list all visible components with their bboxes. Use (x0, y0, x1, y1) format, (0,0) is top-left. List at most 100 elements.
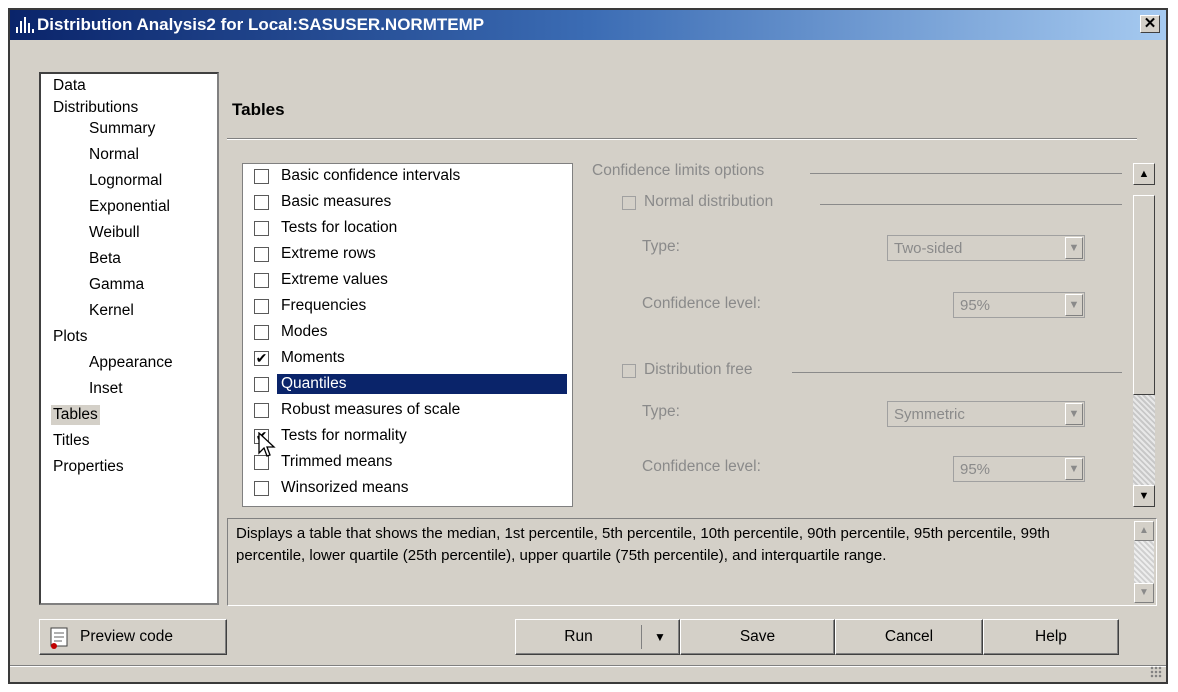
tables-checklist[interactable]: Basic confidence intervals Basic measure… (242, 163, 573, 507)
normal-type-label: Type: (642, 238, 680, 255)
status-divider (10, 665, 1166, 667)
chart-app-icon (16, 17, 34, 33)
free-level-label: Confidence level: (642, 458, 761, 475)
scroll-down-icon[interactable]: ▼ (1134, 583, 1154, 603)
dialog-window: Distribution Analysis2 for Local:SASUSER… (8, 8, 1168, 684)
scroll-down-icon[interactable]: ▼ (1133, 485, 1155, 507)
scroll-up-icon[interactable]: ▲ (1134, 521, 1154, 541)
checkbox[interactable] (254, 481, 269, 496)
nav-item-inset[interactable]: Inset (87, 379, 125, 399)
list-item[interactable]: Basic measures (243, 190, 572, 214)
scroll-track[interactable] (1133, 395, 1155, 485)
list-item[interactable]: Modes (243, 320, 572, 344)
free-level-value: 95% (960, 461, 991, 478)
window-title: Distribution Analysis2 for Local:SASUSER… (37, 15, 485, 34)
checkbox[interactable] (254, 377, 269, 392)
checkbox[interactable] (254, 221, 269, 236)
nav-item-plots[interactable]: Plots (51, 327, 89, 347)
normal-level-select[interactable]: 95% ▼ (953, 292, 1085, 318)
list-item[interactable]: Frequencies (243, 294, 572, 318)
document-preview-icon (50, 627, 68, 649)
description-box: Displays a table that shows the median, … (227, 518, 1157, 606)
list-item-label: Basic confidence intervals (281, 167, 461, 184)
list-item-label: Quantiles (277, 374, 567, 394)
list-item[interactable]: ✔ Tests for normality (243, 424, 572, 448)
run-button[interactable]: Run (516, 620, 641, 654)
list-item-label: Winsorized means (281, 479, 409, 496)
list-item-label: Trimmed means (281, 453, 393, 470)
nav-item-properties[interactable]: Properties (51, 457, 126, 477)
distribution-free-checkbox[interactable] (622, 364, 636, 378)
list-item[interactable]: Extreme rows (243, 242, 572, 266)
list-item-label: Basic measures (281, 193, 392, 210)
nav-item-weibull[interactable]: Weibull (87, 223, 142, 243)
normal-distribution-checkbox[interactable] (622, 196, 636, 210)
checkbox[interactable] (254, 403, 269, 418)
list-item-label: Tests for location (281, 219, 398, 236)
list-item-label: Extreme values (281, 271, 388, 288)
help-button[interactable]: Help (983, 619, 1119, 655)
nav-item-appearance[interactable]: Appearance (87, 353, 175, 373)
list-item[interactable]: Robust measures of scale (243, 398, 572, 422)
options-scrollbar[interactable]: ▲ ▼ (1133, 163, 1155, 507)
nav-item-beta[interactable]: Beta (87, 249, 123, 269)
list-item[interactable]: Winsorized means (243, 476, 572, 500)
list-item-label: Frequencies (281, 297, 367, 314)
nav-item-gamma[interactable]: Gamma (87, 275, 146, 295)
chevron-down-icon[interactable]: ▼ (1065, 237, 1083, 259)
nav-item-normal[interactable]: Normal (87, 145, 141, 165)
free-level-select[interactable]: 95% ▼ (953, 456, 1085, 482)
normal-distribution-label: Normal distribution (644, 193, 774, 210)
list-item-label: Moments (281, 349, 345, 366)
list-item[interactable]: Basic confidence intervals (243, 164, 572, 188)
save-button[interactable]: Save (680, 619, 835, 655)
checkbox[interactable] (254, 299, 269, 314)
nav-item-distributions[interactable]: Distributions (51, 98, 140, 118)
resize-grip-icon[interactable] (1150, 666, 1162, 678)
preview-code-label: Preview code (80, 628, 174, 645)
free-type-value: Symmetric (894, 406, 965, 423)
chevron-down-icon[interactable]: ▼ (1065, 294, 1083, 316)
group-divider (820, 204, 1122, 205)
list-item[interactable]: ✔ Moments (243, 346, 572, 370)
checkbox[interactable] (254, 273, 269, 288)
distribution-free-label: Distribution free (644, 361, 753, 378)
nav-item-summary[interactable]: Summary (87, 119, 157, 139)
run-dropdown-icon[interactable]: ▼ (644, 620, 676, 654)
nav-item-kernel[interactable]: Kernel (87, 301, 136, 321)
checkbox-checked[interactable]: ✔ (254, 351, 269, 366)
list-item[interactable]: Extreme values (243, 268, 572, 292)
chevron-down-icon[interactable]: ▼ (1065, 403, 1083, 425)
nav-item-titles[interactable]: Titles (51, 431, 91, 451)
list-item-label: Extreme rows (281, 245, 376, 262)
list-item-label: Tests for normality (281, 427, 407, 444)
description-scrollbar[interactable]: ▲ ▼ (1134, 521, 1154, 603)
cancel-button[interactable]: Cancel (835, 619, 983, 655)
checkbox[interactable] (254, 325, 269, 340)
list-item-label: Modes (281, 323, 328, 340)
checkbox[interactable] (254, 247, 269, 262)
close-button[interactable]: ✕ (1140, 15, 1160, 33)
normal-type-value: Two-sided (894, 240, 963, 257)
normal-type-select[interactable]: Two-sided ▼ (887, 235, 1085, 261)
nav-item-lognormal[interactable]: Lognormal (87, 171, 164, 191)
nav-item-tables[interactable]: Tables (51, 405, 100, 425)
group-divider (810, 173, 1122, 174)
section-divider (227, 138, 1137, 140)
nav-item-data[interactable]: Data (51, 76, 88, 96)
scroll-thumb[interactable] (1133, 195, 1155, 395)
scroll-up-icon[interactable]: ▲ (1133, 163, 1155, 185)
chevron-down-icon[interactable]: ▼ (1065, 458, 1083, 480)
list-item[interactable]: Trimmed means (243, 450, 572, 474)
preview-code-button[interactable]: Preview code (39, 619, 227, 655)
options-nav-tree: Data Distributions Summary Normal Lognor… (39, 72, 219, 605)
nav-item-exponential[interactable]: Exponential (87, 197, 172, 217)
list-item-selected[interactable]: Quantiles (243, 372, 572, 396)
title-bar[interactable]: Distribution Analysis2 for Local:SASUSER… (10, 10, 1166, 40)
run-button-group[interactable]: Run ▼ (515, 619, 680, 655)
list-item[interactable]: Tests for location (243, 216, 572, 240)
free-type-select[interactable]: Symmetric ▼ (887, 401, 1085, 427)
checkbox[interactable] (254, 195, 269, 210)
checkbox[interactable] (254, 169, 269, 184)
description-text: Displays a table that shows the median, … (236, 525, 1050, 564)
